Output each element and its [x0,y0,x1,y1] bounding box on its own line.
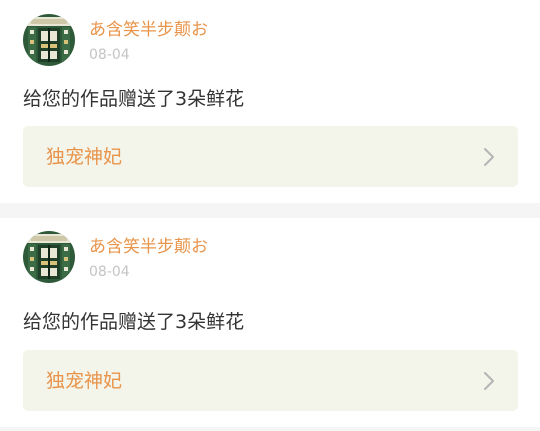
avatar[interactable] [23,14,75,66]
username[interactable]: あ含笑半步颠お [89,237,208,257]
notification-message: 给您的作品赠送了3朵鲜花 [23,311,245,333]
work-link[interactable]: 独宠神妃 [23,350,518,411]
chevron-right-icon [484,372,494,390]
chevron-right-icon [484,148,494,166]
notification-header: あ含笑半步颠お 08-04 [23,231,323,283]
avatar-image [23,231,75,283]
work-title: 独宠神妃 [46,370,123,392]
notification-message: 给您的作品赠送了3朵鲜花 [23,88,245,110]
timestamp: 08-04 [89,47,130,63]
notification-card: あ含笑半步颠お 08-04 给您的作品赠送了3朵鲜花 独宠神妃 [0,218,540,427]
notification-card: あ含笑半步颠お 08-04 给您的作品赠送了3朵鲜花 独宠神妃 [0,0,540,203]
timestamp: 08-04 [89,264,130,280]
username[interactable]: あ含笑半步颠お [89,20,208,40]
avatar[interactable] [23,231,75,283]
notification-header: あ含笑半步颠お 08-04 [23,14,323,66]
notification-feed: あ含笑半步颠お 08-04 给您的作品赠送了3朵鲜花 独宠神妃 あ含笑半步颠お … [0,0,540,431]
work-link[interactable]: 独宠神妃 [23,126,518,187]
work-title: 独宠神妃 [46,146,123,168]
avatar-image [23,14,75,66]
